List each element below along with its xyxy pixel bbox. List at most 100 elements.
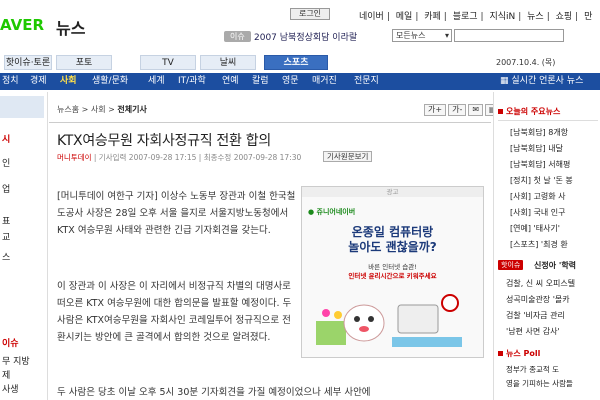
- hot-issue-item[interactable]: 검찰 '비자금 관리: [506, 310, 598, 321]
- main-news-item[interactable]: [정치] 첫 날 '돈 봉: [510, 175, 600, 186]
- left-sidebar-header: [0, 96, 44, 118]
- font-decrease-button[interactable]: 가-: [448, 104, 467, 116]
- issue-tag: 이슈: [224, 31, 251, 42]
- nav-item-society[interactable]: 사회: [60, 73, 77, 90]
- article-source[interactable]: 머니투데이: [57, 153, 92, 162]
- tab-tv[interactable]: TV: [140, 55, 196, 70]
- main-news-list: [남북회담] 8개항 [남북회담] 내달 [남북회담] 서해평 [정치] 첫 날…: [498, 120, 600, 250]
- realtime-news-label: 실시간 언론사 뉴스: [511, 76, 584, 86]
- breadcrumb-separator: >: [81, 105, 89, 114]
- left-item[interactable]: 제: [2, 368, 10, 381]
- font-increase-button[interactable]: 가+: [424, 104, 447, 116]
- left-item[interactable]: 이슈: [2, 336, 19, 349]
- article-meta: 머니투데이 | 기사입력 2007-09-28 17:15 | 최종수정 200…: [57, 153, 302, 162]
- news-poll-question[interactable]: 영을 기피하는 사람들: [506, 378, 598, 389]
- breadcrumb-home[interactable]: 뉴스홈: [57, 105, 79, 114]
- top-link-shopping[interactable]: 쇼핑: [553, 12, 576, 22]
- current-date: 2007.10.4. (목): [496, 58, 556, 67]
- top-link-news[interactable]: 뉴스: [524, 12, 547, 22]
- nav-item-column[interactable]: 칼럼: [252, 73, 269, 90]
- nav-item-economy[interactable]: 경제: [30, 73, 47, 90]
- nav-item-politics[interactable]: 정치: [2, 73, 19, 90]
- ad-logo: ● 쥬니어네이버: [308, 207, 355, 217]
- ad-title: 온종일 컴퓨터랑 놀아도 괜찮을까?: [348, 225, 437, 254]
- top-link-mail[interactable]: 메일: [393, 12, 416, 22]
- article-update-label: 최종수정: [203, 153, 232, 162]
- left-item[interactable]: 교: [2, 230, 10, 243]
- top-link-blog[interactable]: 블로그: [450, 12, 481, 22]
- nav-item-it[interactable]: IT/과학: [178, 73, 206, 90]
- article-paragraph: 두 사람은 당초 이날 오후 5시 30분 기자회견을 가질 예정이었으나 세부…: [57, 387, 371, 398]
- hot-issue-title[interactable]: 신정아 '학력: [534, 260, 576, 271]
- ad-shape-flower: [334, 311, 342, 319]
- tab-sports[interactable]: 스포츠: [264, 55, 328, 70]
- left-item[interactable]: 시: [2, 132, 10, 145]
- main-news-heading-text: 오늘의 주요뉴스: [506, 107, 561, 116]
- issue-link[interactable]: 2007 남북정상회담 이라랄: [254, 30, 357, 43]
- ad-banner[interactable]: 광고 ● 쥬니어네이버 온종일 컴퓨터랑 놀아도 괜찮을까? 바른 인터넷 습관…: [301, 186, 484, 358]
- ad-label: 광고: [302, 187, 483, 197]
- breadcrumb-separator: >: [108, 105, 115, 114]
- left-item[interactable]: 표: [2, 214, 10, 227]
- left-sidebar: 시 인 업 표 교 스 이슈 무 지방 제 사생: [0, 92, 48, 400]
- nav-item-english[interactable]: 영문: [282, 73, 299, 90]
- grid-icon: ▦: [500, 76, 509, 86]
- main-news-item[interactable]: [남북회담] 내달: [510, 143, 600, 154]
- divider: [49, 122, 491, 123]
- ad-shape-sign: [441, 294, 459, 312]
- search-scope-select[interactable]: 모든뉴스 ▾: [392, 29, 452, 42]
- news-section-title[interactable]: 뉴스: [56, 15, 85, 39]
- tab-photo[interactable]: 포토: [56, 55, 112, 70]
- news-poll-question[interactable]: 정부가 종교적 도: [506, 364, 598, 375]
- top-link-cafe[interactable]: 카페: [421, 12, 444, 22]
- article-title: KTX여승무원 자회사정규직 전환 합의: [57, 133, 271, 149]
- search-input[interactable]: [454, 29, 564, 42]
- ad-shape-monitor: [397, 304, 439, 334]
- left-item[interactable]: 사생: [2, 382, 19, 395]
- top-link-more[interactable]: 만: [581, 12, 595, 22]
- right-sidebar: 오늘의 주요뉴스 [남북회담] 8개항 [남북회담] 내달 [남북회담] 서해평…: [493, 92, 600, 400]
- main-news-item[interactable]: [스포츠] '최경 환: [510, 239, 600, 250]
- left-item[interactable]: 인: [2, 156, 10, 169]
- article-area: 뉴스홈 > 사회 > 전체기사 가+가-✉▤▣ KTX여승무원 자회사정규직 전…: [49, 92, 519, 400]
- nav-item-entertainment[interactable]: 연예: [222, 73, 239, 90]
- main-news-item[interactable]: [연예] '태사기': [510, 223, 600, 234]
- naver-logo[interactable]: AVER: [0, 16, 44, 34]
- login-button[interactable]: 로그인: [290, 8, 330, 20]
- ad-shape-mouth: [359, 326, 369, 332]
- left-item[interactable]: 무 지방: [2, 354, 30, 367]
- nav-item-life[interactable]: 생활/문화: [92, 73, 128, 90]
- article-input-label: 기사입력: [98, 153, 127, 162]
- main-news-item[interactable]: [사회] 고령화 사: [510, 191, 600, 202]
- main-news-item[interactable]: [사회] 국내 인구: [510, 207, 600, 218]
- breadcrumb-current[interactable]: 전체기사: [117, 105, 146, 114]
- hot-issue-item[interactable]: 검찰, 신 씨 오피스텔: [506, 278, 598, 289]
- hot-issue-tag: 핫이슈: [498, 260, 524, 270]
- hot-issue-item[interactable]: 성곡미술관장 '몰카: [506, 294, 598, 305]
- breadcrumb: 뉴스홈 > 사회 > 전체기사: [57, 104, 147, 115]
- realtime-news-link[interactable]: ▦ 실시간 언론사 뉴스: [500, 73, 583, 90]
- original-article-button[interactable]: 기사원문보기: [323, 151, 373, 162]
- nav-item-world[interactable]: 세계: [148, 73, 165, 90]
- nav-item-journals[interactable]: 전문지: [354, 73, 379, 90]
- top-link-naver[interactable]: 네이버: [356, 12, 387, 22]
- ad-sub-1: 바른 인터넷 습관!: [368, 263, 417, 271]
- email-icon[interactable]: ✉: [468, 104, 484, 116]
- tab-hot-issue[interactable]: 핫이슈·토론: [4, 55, 52, 70]
- breadcrumb-section[interactable]: 사회: [91, 105, 106, 114]
- main-news-item[interactable]: [남북회담] 서해평: [510, 159, 600, 170]
- article-update-time: 2007-09-28 17:30: [233, 153, 302, 162]
- left-item[interactable]: 업: [2, 182, 10, 195]
- ad-shape-ground: [392, 337, 462, 347]
- nav-item-magazine[interactable]: 매거진: [312, 73, 337, 90]
- category-nav: 정치 경제 사회 생활/문화 세계 IT/과학 연예 칼럼 영문 매거진 전문지…: [0, 73, 600, 90]
- ad-sub-2: 인터넷 윤리시간으로 키워주세요: [348, 272, 437, 280]
- main-news-item[interactable]: [남북회담] 8개항: [510, 127, 600, 138]
- hot-issue-item[interactable]: '남편 사면 감사': [506, 326, 598, 337]
- left-item[interactable]: 스: [2, 250, 10, 263]
- browser-page: AVER 뉴스 로그인 네이버 | 메일 | 카페 | 블로그 | 지식iN | 뉴스 | …: [0, 0, 600, 400]
- top-link-kin[interactable]: 지식iN: [486, 12, 518, 22]
- ad-illustration: [316, 294, 462, 347]
- tab-weather[interactable]: 날씨: [200, 55, 256, 70]
- site-header: AVER 뉴스 로그인 네이버 | 메일 | 카페 | 블로그 | 지식iN | 뉴스 | …: [0, 0, 600, 48]
